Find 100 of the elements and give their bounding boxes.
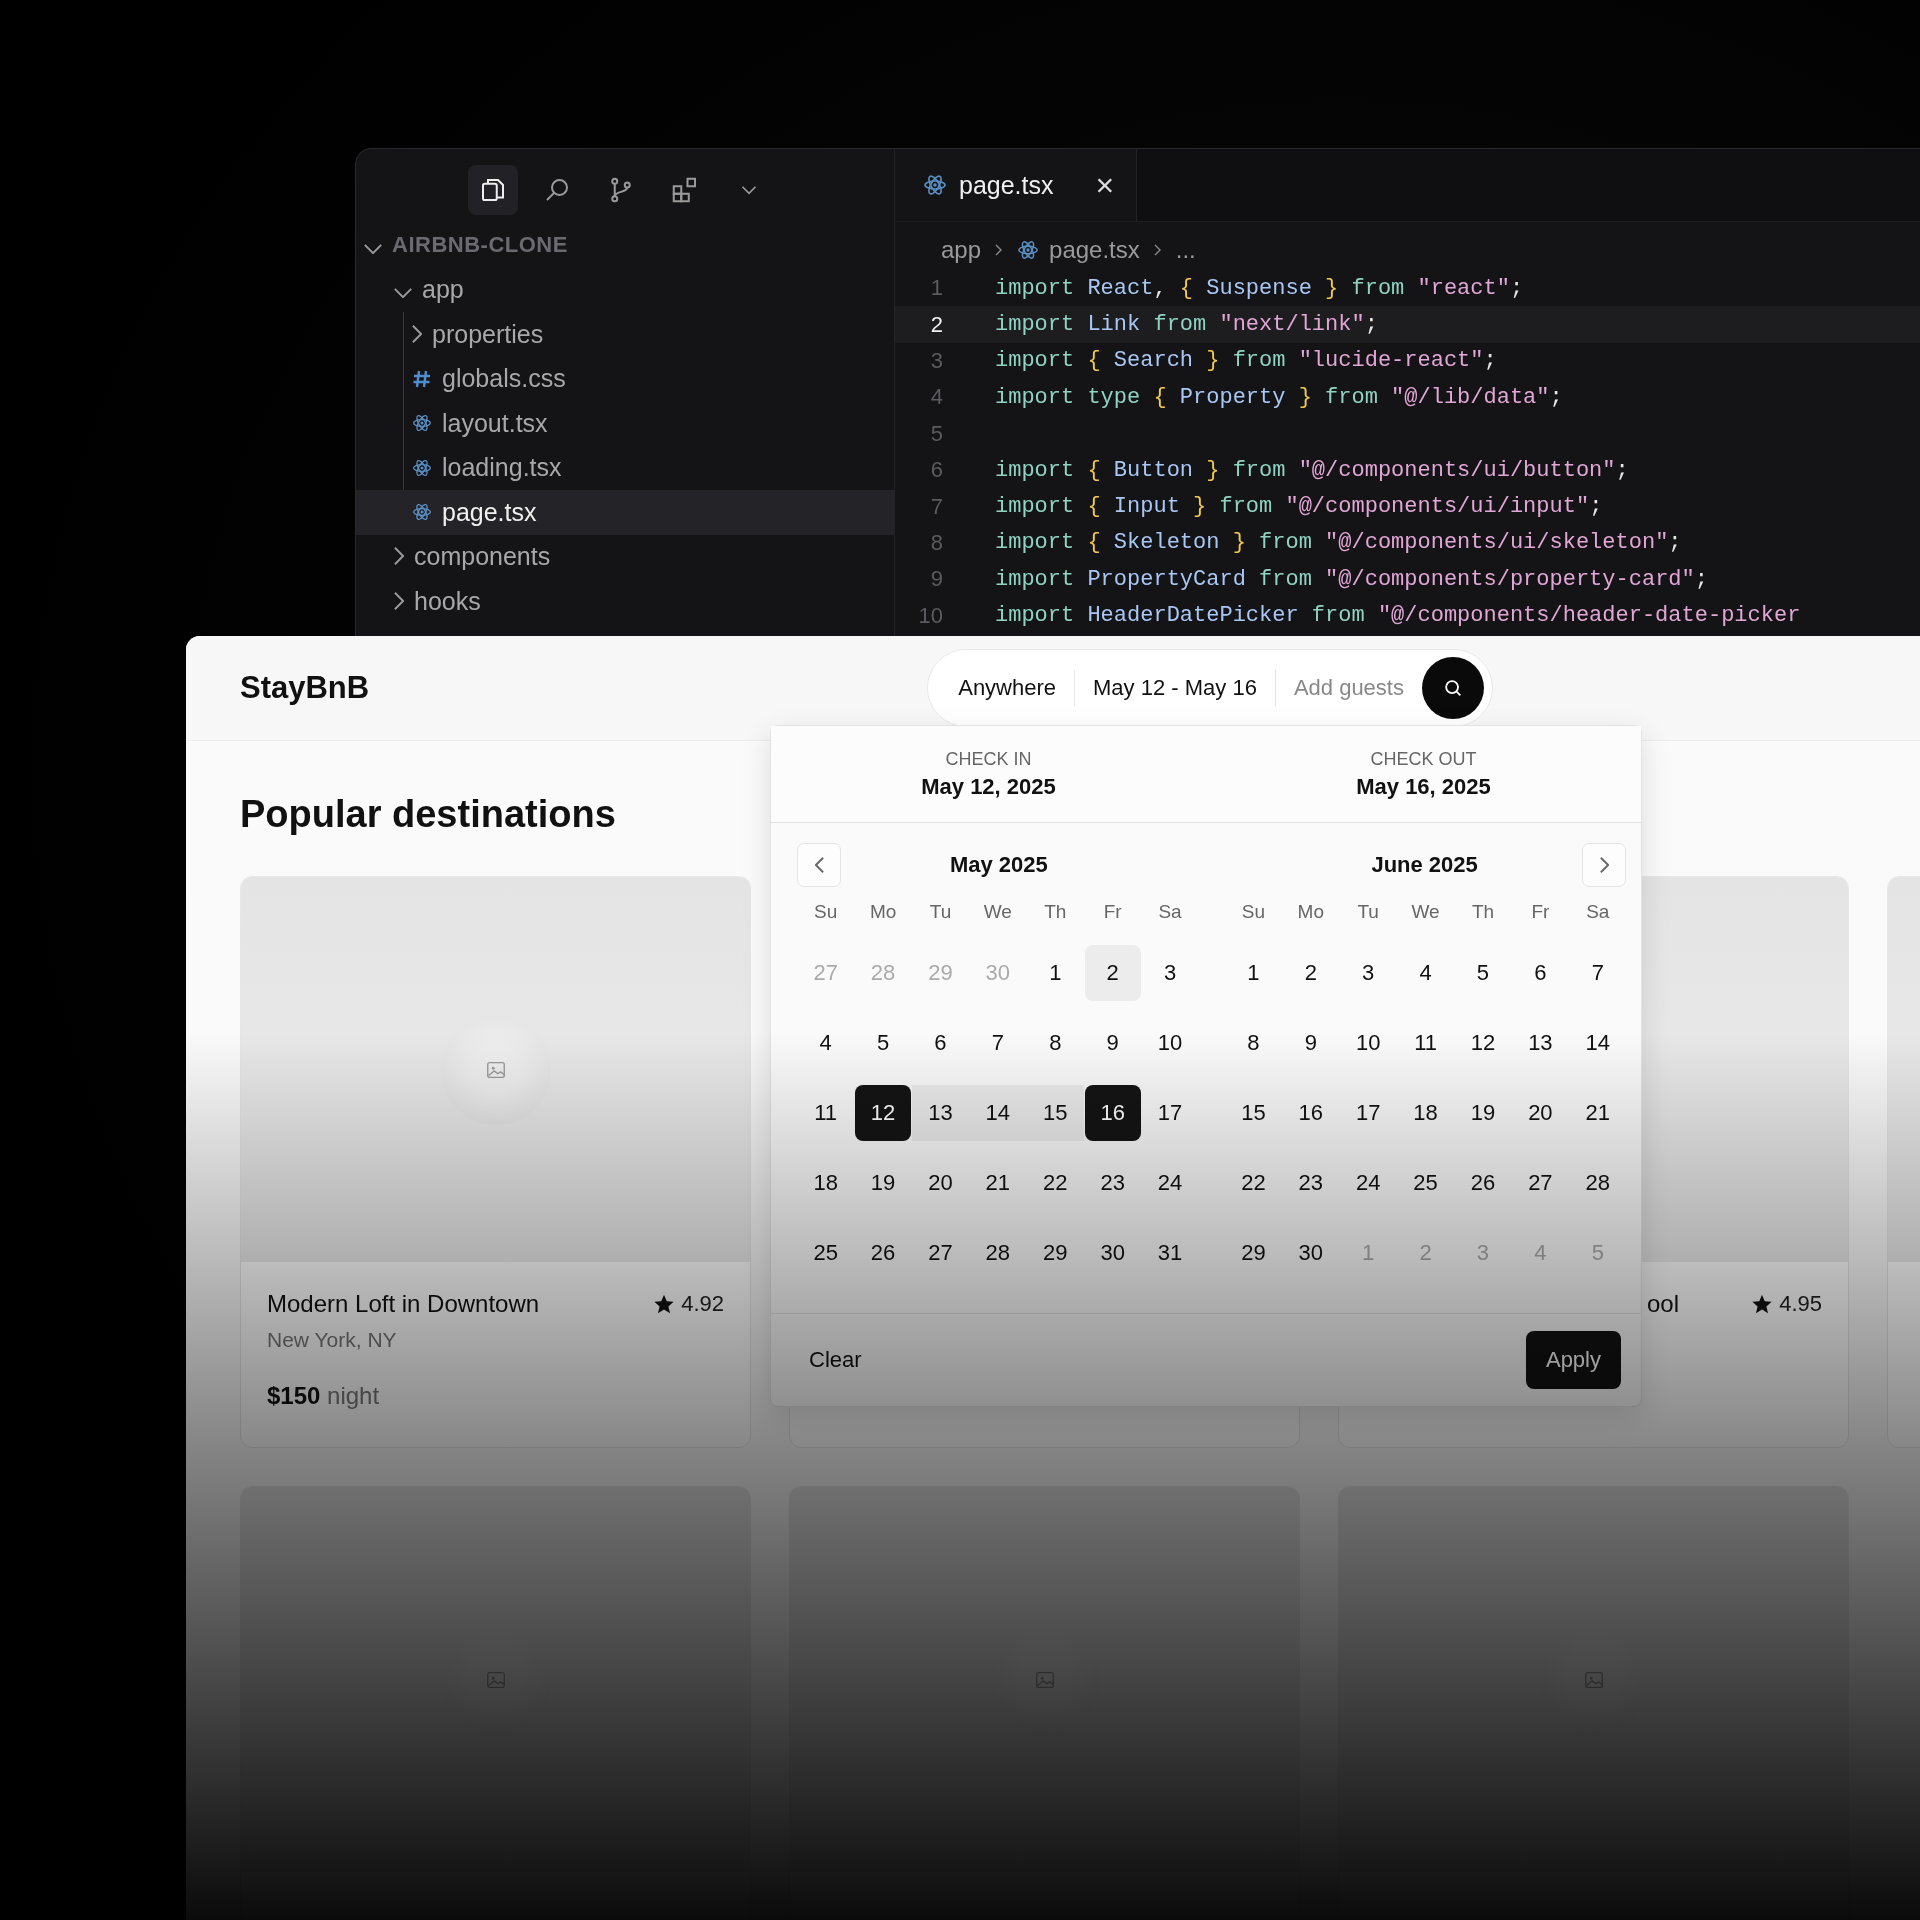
- clear-button[interactable]: Clear: [797, 1339, 874, 1381]
- calendar-day[interactable]: 19: [855, 1155, 912, 1211]
- calendar-day[interactable]: 24: [1142, 1155, 1199, 1211]
- calendar-day[interactable]: 10: [1142, 1015, 1199, 1071]
- tree-item[interactable]: hooks: [356, 579, 894, 624]
- breadcrumb-item[interactable]: ...: [1175, 236, 1196, 264]
- calendar-day[interactable]: 11: [1397, 1015, 1454, 1071]
- calendar-day[interactable]: 13: [1512, 1015, 1569, 1071]
- guests-field[interactable]: Add guests: [1293, 675, 1404, 701]
- calendar-day[interactable]: 6: [1512, 945, 1569, 1001]
- weekday-label: We: [982, 901, 1013, 924]
- code-line: import { Search } from "lucide-react";: [995, 348, 1497, 374]
- tree-item[interactable]: layout.tsx: [356, 401, 894, 446]
- calendar-day[interactable]: 20: [912, 1155, 969, 1211]
- calendar-day[interactable]: 8: [1225, 1015, 1282, 1071]
- calendar-day[interactable]: 21: [969, 1155, 1026, 1211]
- weekday-label: Mo: [868, 901, 898, 924]
- weekday-label: Su: [813, 901, 839, 924]
- calendar-day[interactable]: 12: [855, 1085, 912, 1141]
- calendar-day[interactable]: 26: [855, 1225, 912, 1281]
- line-number: 4: [929, 384, 943, 411]
- file-tab[interactable]: page.tsx ×: [895, 149, 1138, 221]
- location-field[interactable]: Anywhere: [958, 675, 1057, 701]
- listing-location: New York, NY: [267, 1328, 398, 1352]
- calendar-day[interactable]: 25: [1397, 1155, 1454, 1211]
- dates-field[interactable]: May 12 - May 16: [1093, 675, 1257, 701]
- tree-item[interactable]: properties: [356, 312, 894, 357]
- calendar-day[interactable]: 14: [1569, 1015, 1626, 1071]
- calendar-day[interactable]: 22: [1027, 1155, 1084, 1211]
- calendar-day[interactable]: 3: [1340, 945, 1397, 1001]
- calendar-day[interactable]: 5: [855, 1015, 912, 1071]
- weekday-label: Fr: [1102, 901, 1123, 924]
- tree-item[interactable]: page.tsx: [356, 490, 894, 535]
- tree-item[interactable]: loading.tsx: [356, 445, 894, 490]
- calendar-day[interactable]: 4: [797, 1015, 854, 1071]
- calendar-day[interactable]: 11: [797, 1085, 854, 1141]
- calendar-day[interactable]: 19: [1455, 1085, 1511, 1141]
- calendar-day[interactable]: 16: [1084, 1085, 1141, 1141]
- breadcrumb-item[interactable]: page.tsx: [1049, 236, 1140, 264]
- calendar-day[interactable]: 17: [1340, 1085, 1397, 1141]
- calendar-day[interactable]: 22: [1225, 1155, 1282, 1211]
- calendar-day[interactable]: 17: [1142, 1085, 1199, 1141]
- calendar-day[interactable]: 7: [969, 1015, 1026, 1071]
- calendar-day[interactable]: 24: [1340, 1155, 1397, 1211]
- listing-card[interactable]: Modern Loft in Downtown 4.92 New York, NY $150 night: [240, 876, 751, 1448]
- logo[interactable]: StayBnB: [240, 670, 370, 706]
- calendar-day[interactable]: 10: [1340, 1015, 1397, 1071]
- calendar-day[interactable]: 15: [1027, 1085, 1084, 1141]
- calendar-day[interactable]: 31: [1142, 1225, 1199, 1281]
- calendar-day[interactable]: 25: [797, 1225, 854, 1281]
- calendar-day[interactable]: 9: [1084, 1015, 1141, 1071]
- tree-item[interactable]: components: [356, 534, 894, 579]
- calendar-day[interactable]: 2: [1282, 945, 1339, 1001]
- weekday-label: Th: [1470, 901, 1496, 924]
- calendar-day[interactable]: 21: [1569, 1085, 1626, 1141]
- calendar-day[interactable]: 9: [1282, 1015, 1339, 1071]
- calendar-day[interactable]: 29: [1027, 1225, 1084, 1281]
- month-title: June 2025: [1371, 852, 1478, 878]
- month-title: May 2025: [949, 852, 1048, 878]
- calendar-day[interactable]: 3: [1142, 945, 1199, 1001]
- code-line: import HeaderDatePicker from "@/components/header-date-picker: [995, 603, 1801, 629]
- calendar-day[interactable]: 28: [1569, 1155, 1626, 1211]
- calendar-day[interactable]: 14: [969, 1085, 1026, 1141]
- calendar-day[interactable]: 5: [1455, 945, 1511, 1001]
- close-icon[interactable]: ×: [1095, 166, 1115, 204]
- calendar-day[interactable]: 27: [912, 1225, 969, 1281]
- code-line: import React, { Suspense } from "react";: [995, 275, 1524, 301]
- calendar-day[interactable]: 6: [912, 1015, 969, 1071]
- line-number: 2: [929, 311, 943, 338]
- calendar-day[interactable]: 23: [1282, 1155, 1339, 1211]
- calendar-day[interactable]: 2: [1084, 945, 1141, 1001]
- calendar-day[interactable]: 12: [1455, 1015, 1511, 1071]
- line-number: 1: [929, 275, 943, 302]
- code-line: import { Button } from "@/components/ui/button";: [995, 457, 1629, 483]
- calendar-day[interactable]: 8: [1027, 1015, 1084, 1071]
- weekday-label: Tu: [928, 901, 953, 924]
- calendar-day[interactable]: 1: [1027, 945, 1084, 1001]
- code-line: import Link from "next/link";: [995, 312, 1378, 338]
- calendar-day[interactable]: 7: [1569, 945, 1626, 1001]
- calendar-day[interactable]: 28: [969, 1225, 1026, 1281]
- breadcrumb-item[interactable]: app: [941, 236, 982, 264]
- calendar-day[interactable]: 16: [1282, 1085, 1339, 1141]
- calendar-day[interactable]: 15: [1225, 1085, 1282, 1141]
- calendar-day[interactable]: 30: [1282, 1225, 1339, 1281]
- search-bar[interactable]: Anywhere May 12 - May 16 Add guests: [927, 649, 1493, 727]
- calendar-day[interactable]: 1: [1225, 945, 1282, 1001]
- calendar-day[interactable]: 30: [1084, 1225, 1141, 1281]
- calendar-day[interactable]: 18: [1397, 1085, 1454, 1141]
- calendar-day[interactable]: 26: [1455, 1155, 1511, 1211]
- check-out-label: CHECK OUT: [1370, 748, 1477, 770]
- tree-item[interactable]: app: [356, 267, 894, 312]
- calendar-day[interactable]: 29: [1225, 1225, 1282, 1281]
- calendar-day[interactable]: 4: [1397, 945, 1454, 1001]
- apply-button[interactable]: Apply: [1525, 1331, 1621, 1389]
- calendar-day[interactable]: 13: [912, 1085, 969, 1141]
- calendar-day[interactable]: 23: [1084, 1155, 1141, 1211]
- calendar-day[interactable]: 20: [1512, 1085, 1569, 1141]
- calendar-day[interactable]: 27: [1512, 1155, 1569, 1211]
- tree-item[interactable]: globals.css: [356, 356, 894, 401]
- calendar-day[interactable]: 18: [797, 1155, 854, 1211]
